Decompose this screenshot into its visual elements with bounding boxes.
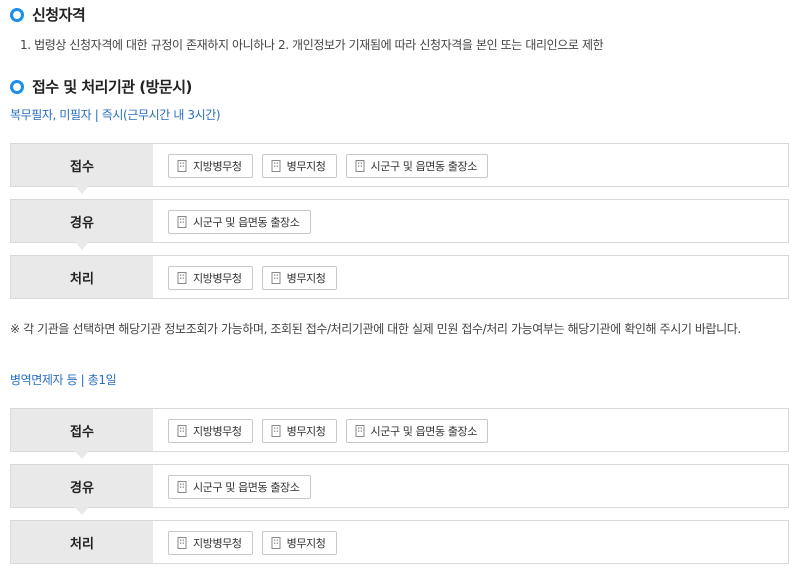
agency-chip[interactable]: 지방병무청 [168, 419, 253, 443]
building-icon [355, 160, 364, 172]
group2-row-via: 경유 시군구 및 읍면동 출장소 [10, 464, 789, 515]
row-label: 접수 [11, 409, 153, 459]
building-icon [177, 425, 187, 437]
eligibility-text: 1. 법령상 신청자격에 대한 규정이 존재하지 아니하나 2. 개인정보가 기… [20, 38, 604, 52]
ring-bullet-icon [10, 7, 24, 22]
row-label: 접수 [11, 144, 153, 194]
building-icon [177, 160, 187, 172]
building-icon [177, 481, 187, 493]
group1-row-via: 경유 시군구 및 읍면동 출장소 [10, 199, 789, 250]
chip-label: 병무지청 [286, 425, 326, 438]
group1-meta: 복무필자, 미필자 | 즉시(근무시간 내 3시간) [10, 108, 221, 122]
chip-label: 병무지청 [286, 160, 326, 173]
group2-row-receipt: 접수 지방병무청 병무지청 시군구 및 읍면동 출장소 [10, 408, 789, 459]
row-label: 경유 [11, 200, 153, 250]
chip-label: 시군구 및 읍면동 출장소 [193, 481, 300, 494]
section-title-eligibility: 신청자격 [10, 4, 86, 25]
agency-chip[interactable]: 지방병무청 [168, 266, 253, 290]
agency-chip[interactable]: 시군구 및 읍면동 출장소 [345, 154, 488, 178]
agency-chip[interactable]: 병무지청 [261, 154, 337, 178]
chip-label: 지방병무청 [193, 160, 242, 173]
group2-meta: 병역면제자 등 | 총1일 [10, 373, 117, 387]
chip-label: 병무지청 [286, 537, 326, 550]
section-title-agency: 접수 및 처리기관 (방문시) [10, 76, 192, 97]
group2-row-process: 처리 지방병무청 병무지청 [10, 520, 789, 564]
building-icon [271, 425, 281, 437]
building-icon [271, 272, 281, 284]
ring-bullet-icon [10, 79, 24, 94]
building-icon [271, 160, 281, 172]
notice-text: ※ 각 기관을 선택하면 해당기관 정보조회가 가능하며, 조회된 접수/처리기… [10, 322, 741, 336]
row-label: 경유 [11, 465, 153, 515]
building-icon [177, 216, 187, 228]
agency-chip[interactable]: 병무지청 [261, 531, 337, 555]
group1-row-process: 처리 지방병무청 병무지청 [10, 255, 789, 299]
row-label: 처리 [11, 256, 153, 298]
page: 신청자격 1. 법령상 신청자격에 대한 규정이 존재하지 아니하나 2. 개인… [0, 0, 801, 572]
chip-label: 지방병무청 [193, 425, 242, 438]
chip-label: 지방병무청 [193, 537, 242, 550]
building-icon [177, 272, 187, 284]
agency-chip[interactable]: 병무지청 [261, 419, 337, 443]
agency-chip[interactable]: 병무지청 [261, 266, 337, 290]
building-icon [271, 537, 281, 549]
chip-label: 시군구 및 읍면동 출장소 [370, 160, 478, 173]
section-title-text: 신청자격 [32, 6, 86, 24]
agency-chip[interactable]: 지방병무청 [168, 154, 253, 178]
agency-chip[interactable]: 시군구 및 읍면동 출장소 [168, 475, 311, 499]
agency-chip[interactable]: 시군구 및 읍면동 출장소 [345, 419, 488, 443]
building-icon [177, 537, 187, 549]
chip-label: 시군구 및 읍면동 출장소 [193, 216, 300, 229]
section-title-text: 접수 및 처리기관 (방문시) [32, 78, 192, 96]
row-label: 처리 [11, 521, 153, 563]
group1-row-receipt: 접수 지방병무청 병무지청 시군구 및 읍면동 출장소 [10, 143, 789, 194]
agency-chip[interactable]: 시군구 및 읍면동 출장소 [168, 210, 311, 234]
chip-label: 병무지청 [286, 272, 326, 285]
building-icon [355, 425, 364, 437]
agency-chip[interactable]: 지방병무청 [168, 531, 253, 555]
chip-label: 지방병무청 [193, 272, 242, 285]
chip-label: 시군구 및 읍면동 출장소 [370, 425, 478, 438]
